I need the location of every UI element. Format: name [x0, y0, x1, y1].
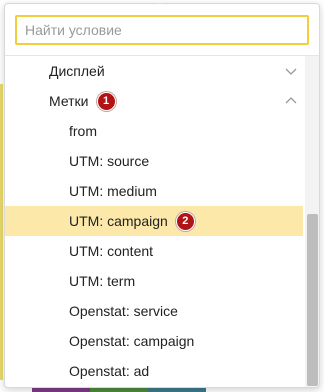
- item-label: from: [69, 123, 97, 139]
- list-item-openstat-campaign[interactable]: Openstat: campaign: [5, 326, 303, 356]
- item-label: Openstat: ad: [69, 363, 150, 379]
- scrollbar-thumb[interactable]: [307, 214, 318, 386]
- list-item-utm-content[interactable]: UTM: content: [5, 236, 303, 266]
- chevron-up-icon[interactable]: [285, 95, 297, 107]
- step-badge-2: 2: [175, 211, 195, 231]
- item-label: UTM: term: [69, 273, 136, 289]
- item-label: UTM: medium: [69, 183, 157, 199]
- list-item-utm-term[interactable]: UTM: term: [5, 266, 303, 296]
- item-label: UTM: campaign: [69, 213, 168, 229]
- search-area: [5, 4, 319, 56]
- list-item-utm-medium[interactable]: UTM: medium: [5, 176, 303, 206]
- background-edge: [0, 84, 3, 384]
- group-tags[interactable]: Метки 1: [5, 86, 303, 116]
- item-label: Openstat: campaign: [69, 333, 195, 349]
- search-input[interactable]: [15, 15, 309, 45]
- item-label: UTM: source: [69, 153, 150, 169]
- group-label: Дисплей: [49, 63, 105, 79]
- group-label: Метки: [49, 93, 89, 109]
- chevron-down-icon[interactable]: [285, 65, 297, 77]
- list-item-openstat-service[interactable]: Openstat: service: [5, 296, 303, 326]
- item-label: UTM: content: [69, 243, 154, 259]
- list-item-utm-campaign[interactable]: UTM: campaign 2: [5, 206, 303, 236]
- item-label: Openstat: service: [69, 303, 178, 319]
- scrollbar-track[interactable]: [305, 56, 319, 387]
- group-display[interactable]: Дисплей: [5, 56, 303, 86]
- list-item-openstat-ad[interactable]: Openstat: ad: [5, 356, 303, 386]
- step-badge-1: 1: [96, 91, 116, 111]
- condition-dropdown: Дисплей Метки 1 from UTM: source UTM: me…: [4, 3, 320, 388]
- list-item-utm-source[interactable]: UTM: source: [5, 146, 303, 176]
- list-item-from[interactable]: from: [5, 116, 303, 146]
- condition-list: Дисплей Метки 1 from UTM: source UTM: me…: [5, 56, 303, 386]
